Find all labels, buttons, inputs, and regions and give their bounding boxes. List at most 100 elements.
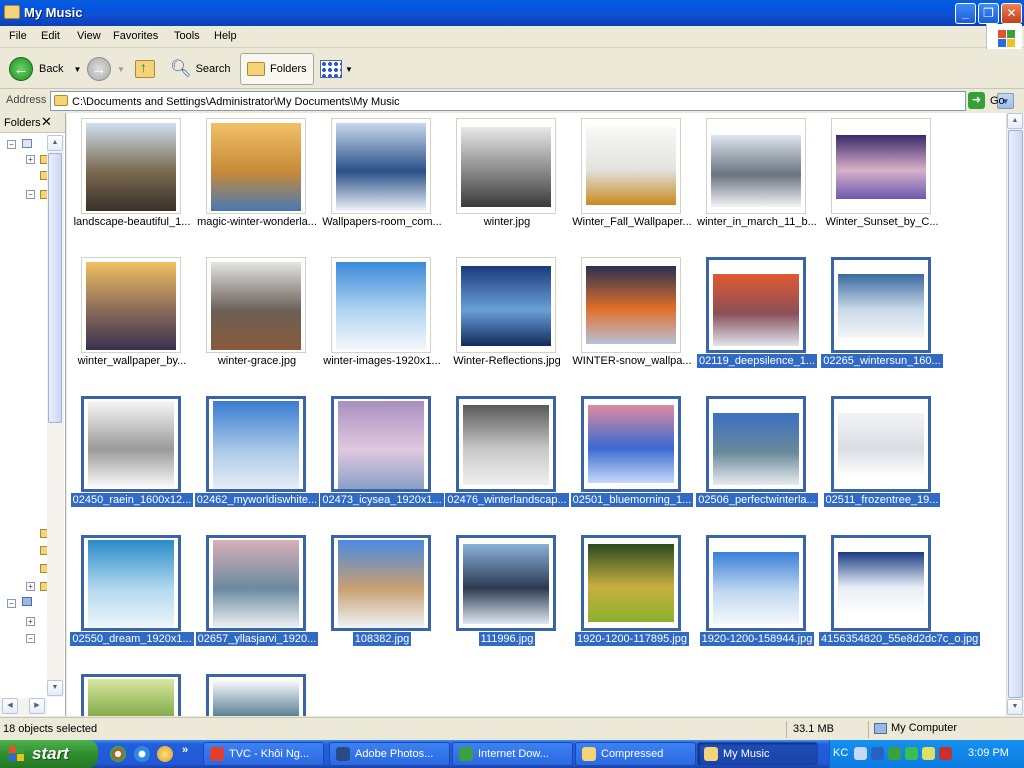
thumbnail-item[interactable]: magic-winter-wonderla...: [194, 113, 320, 245]
tree-expand-icon[interactable]: +: [26, 617, 35, 626]
thumbnail-item[interactable]: 02501_bluemorning_1...: [569, 391, 695, 523]
thumbnail-item[interactable]: 1920-1200-117895.jpg: [569, 530, 695, 662]
thumbnail-item[interactable]: 02473_icysea_1920x1...: [319, 391, 445, 523]
thumbnail-image: [213, 401, 299, 489]
forward-dropdown-icon[interactable]: ▼: [117, 65, 125, 74]
folders-button[interactable]: Folders: [240, 53, 314, 85]
tree-expand-icon[interactable]: +: [26, 155, 35, 164]
thumbnail-item[interactable]: 02476_winterlandscap...: [444, 391, 570, 523]
thumbnail-image: [213, 679, 299, 716]
security-icon[interactable]: [905, 747, 918, 760]
views-dropdown-icon[interactable]: ▼: [345, 65, 353, 74]
thumbnail-item[interactable]: Wallpapers-room_com...: [319, 113, 445, 245]
thumbnail-image: [336, 262, 426, 350]
menu-view[interactable]: View: [77, 30, 101, 42]
thumbnail-item[interactable]: landscape-beautiful_1...: [69, 113, 195, 245]
start-button[interactable]: start: [0, 740, 98, 768]
scroll-left-icon[interactable]: ◀: [2, 698, 18, 714]
tree-collapse-icon[interactable]: −: [7, 599, 16, 608]
thumbnail-item[interactable]: winter-images-1920x1...: [319, 252, 445, 384]
scroll-right-icon[interactable]: ▶: [29, 698, 45, 714]
chrome-quicklaunch-icon[interactable]: [110, 746, 126, 762]
minimize-button[interactable]: _: [955, 3, 976, 24]
scroll-down-icon[interactable]: ▼: [47, 680, 63, 696]
thumbnail-item[interactable]: 4156354820_55e8d2dc7c_o.jpg: [819, 530, 981, 662]
scrollbar-thumb[interactable]: [48, 153, 62, 423]
search-button[interactable]: 🔍︎ Search: [170, 53, 230, 85]
taskbar-button[interactable]: Adobe Photos...: [329, 742, 450, 766]
scroll-up-icon[interactable]: ▲: [47, 135, 63, 151]
scroll-up-icon[interactable]: ▲: [1007, 113, 1023, 129]
tray-icon[interactable]: [922, 747, 935, 760]
thumbnail-item[interactable]: winter.jpg: [444, 113, 570, 245]
volume-icon[interactable]: [939, 747, 952, 760]
tree-expand-icon[interactable]: +: [26, 582, 35, 591]
forward-button[interactable]: → ▼: [87, 53, 125, 85]
thumbnail-view[interactable]: landscape-beautiful_1... magic-winter-won…: [67, 113, 1006, 716]
back-button[interactable]: ← Back ▼: [9, 53, 81, 85]
thumbnail-item[interactable]: [194, 669, 320, 716]
taskbar-button[interactable]: My Music: [697, 742, 818, 766]
close-icon[interactable]: ✕: [41, 114, 52, 130]
views-button[interactable]: ▼: [320, 53, 353, 85]
thumbnail-item[interactable]: winter_in_march_11_b...: [694, 113, 820, 245]
input-language[interactable]: KC: [833, 747, 848, 759]
scroll-down-icon[interactable]: ▼: [1007, 699, 1023, 715]
thumbnail-item[interactable]: [69, 669, 195, 716]
menu-tools[interactable]: Tools: [174, 30, 200, 42]
thumbnail-item[interactable]: Winter_Fall_Wallpaper...: [569, 113, 695, 245]
thumbnail-item[interactable]: 1920-1200-158944.jpg: [694, 530, 820, 662]
thumbnail-item[interactable]: 02462_myworldiswhite...: [194, 391, 320, 523]
tree-collapse-icon[interactable]: −: [7, 140, 16, 149]
thumbnail-item[interactable]: 02265_wintersun_160...: [819, 252, 945, 384]
thumbnail-item[interactable]: winter-grace.jpg: [194, 252, 320, 384]
close-button[interactable]: ✕: [1001, 3, 1022, 24]
clock[interactable]: 3:09 PM: [968, 747, 1009, 759]
file-name: Winter_Fall_Wallpaper...: [572, 216, 692, 228]
folders-pane-vertical-scrollbar[interactable]: ▲ ▼: [47, 135, 64, 697]
thumbnail-image: [713, 413, 799, 485]
thumbnail-item[interactable]: WINTER-snow_wallpa...: [569, 252, 695, 384]
desktop-folder-icon[interactable]: [22, 139, 32, 148]
vertical-scrollbar[interactable]: ▲ ▼: [1006, 113, 1024, 716]
thumbnail-item[interactable]: Winter-Reflections.jpg: [444, 252, 570, 384]
menu-favorites[interactable]: Favorites: [113, 30, 158, 42]
tree-collapse-icon[interactable]: −: [26, 190, 35, 199]
thumbnail-item[interactable]: 02450_raein_1600x12...: [69, 391, 195, 523]
taskbar-button[interactable]: TVC - Khôi Ng...: [203, 742, 324, 766]
address-input[interactable]: C:\Documents and Settings\Administrator\…: [50, 91, 1014, 111]
messenger-quicklaunch-icon[interactable]: [157, 746, 173, 762]
tree-collapse-icon[interactable]: −: [26, 634, 35, 643]
go-button[interactable]: ➜ Go: [968, 92, 1005, 109]
thumbnail-item[interactable]: 02119_deepsilence_1...: [694, 252, 820, 384]
thumbnail-item[interactable]: 02511_frozentree_19...: [819, 391, 945, 523]
menu-file[interactable]: File: [9, 30, 27, 42]
ie-quicklaunch-icon[interactable]: [134, 746, 150, 762]
thumbnail-item[interactable]: 02550_dream_1920x1...: [69, 530, 195, 662]
quicklaunch-more-icon[interactable]: »: [182, 744, 188, 756]
my-computer-icon[interactable]: [22, 597, 32, 606]
menu-edit[interactable]: Edit: [41, 30, 60, 42]
thumbnail-item[interactable]: winter_wallpaper_by...: [69, 252, 195, 384]
tray-icon[interactable]: [888, 747, 901, 760]
taskbar-button[interactable]: Internet Dow...: [452, 742, 573, 766]
taskbar-button[interactable]: Compressed: [575, 742, 696, 766]
app-icon: [582, 747, 596, 761]
thumbnail-item[interactable]: 02657_yllasjarvi_1920...: [194, 530, 320, 662]
thumbnail-item[interactable]: 02506_perfectwinterla...: [694, 391, 820, 523]
back-arrow-icon: ←: [9, 57, 33, 81]
scrollbar-thumb[interactable]: [1008, 130, 1023, 698]
title-bar[interactable]: My Music _ ❐ ✕: [0, 0, 1024, 26]
up-folder-button[interactable]: ↑: [135, 53, 155, 85]
back-dropdown-icon[interactable]: ▼: [73, 65, 81, 74]
maximize-button[interactable]: ❐: [978, 3, 999, 24]
thumbnail-item[interactable]: 108382.jpg: [319, 530, 445, 662]
thumbnail-item[interactable]: Winter_Sunset_by_C...: [819, 113, 945, 245]
thumbnail-item[interactable]: 111996.jpg: [444, 530, 570, 662]
explorer-window: My Music _ ❐ ✕ File Edit View Favorites …: [0, 0, 1024, 740]
tray-icon[interactable]: [854, 747, 867, 760]
menu-help[interactable]: Help: [214, 30, 237, 42]
folders-pane-horizontal-scrollbar[interactable]: ◀ ▶: [0, 698, 47, 715]
network-icon[interactable]: [871, 747, 884, 760]
address-path: C:\Documents and Settings\Administrator\…: [72, 96, 400, 108]
